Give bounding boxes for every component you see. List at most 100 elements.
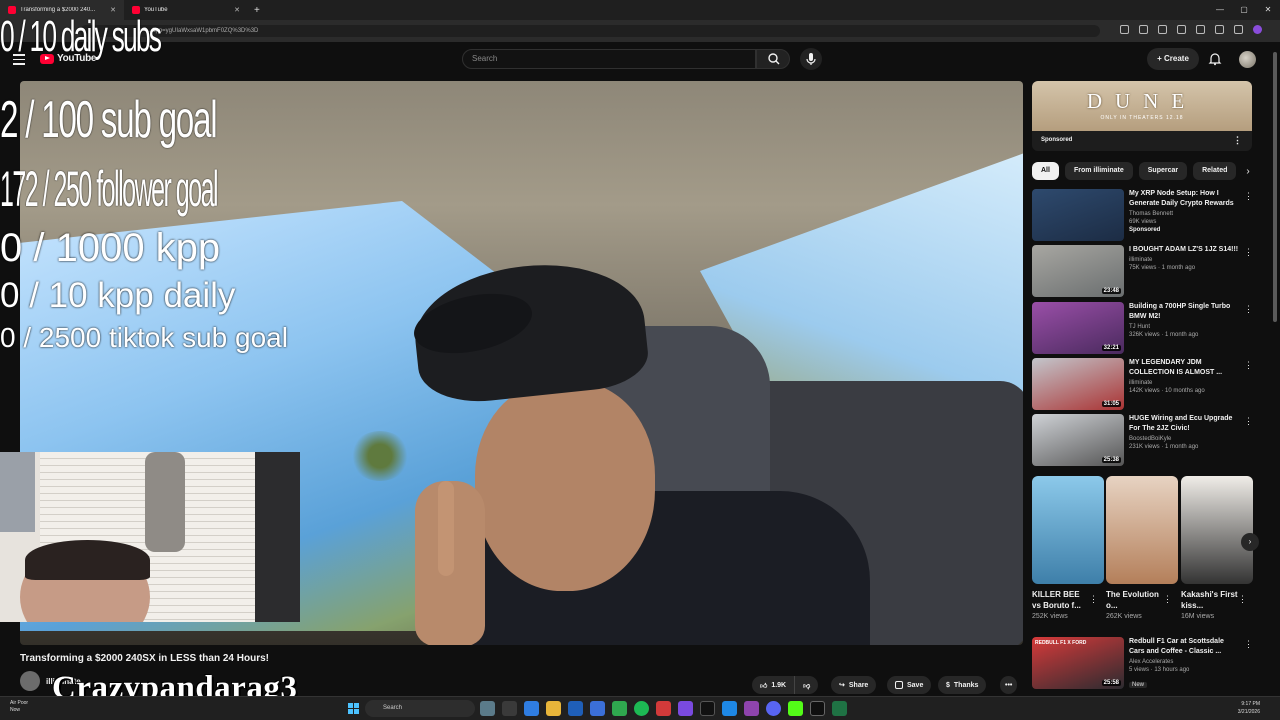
recommendation-channel[interactable]: BoostedBoiKyle — [1129, 436, 1239, 442]
recommendation-item[interactable]: 31:05 MY LEGENDARY JDM COLLECTION IS ALM… — [1032, 358, 1262, 410]
dislike-button[interactable]: 👎︎ — [794, 676, 819, 694]
short-title[interactable]: Kakashi's First kiss... — [1181, 589, 1239, 611]
thanks-button[interactable]: $ Thanks — [938, 676, 987, 694]
search-input[interactable]: Search — [462, 49, 756, 69]
taskbar-search[interactable]: Search — [365, 700, 475, 717]
video-thumbnail[interactable]: 25:38 — [1032, 414, 1124, 466]
video-thumbnail[interactable]: 32:21 — [1032, 302, 1124, 354]
more-actions-button[interactable]: ••• — [1000, 676, 1018, 694]
app-icon-blue[interactable] — [722, 701, 737, 716]
short-thumbnail[interactable] — [1032, 476, 1104, 584]
close-tab-icon[interactable]: ✕ — [234, 6, 240, 14]
more-vertical-icon[interactable]: ⋮ — [1163, 594, 1172, 605]
discord-icon[interactable] — [766, 701, 781, 716]
short-item[interactable]: The Evolution o... 262K views ⋮ — [1106, 476, 1178, 620]
save-button[interactable]: Save — [887, 676, 932, 694]
channel-avatar[interactable] — [20, 671, 40, 691]
recommendation-item[interactable]: REDBULL F1 X FORD 25:58 Redbull F1 Car a… — [1032, 637, 1262, 689]
recommendation-item[interactable]: 32:21 Building a 700HP Single Turbo BMW … — [1032, 302, 1262, 354]
spotify-icon[interactable] — [634, 701, 649, 716]
minimize-icon[interactable]: — — [1208, 0, 1232, 20]
system-tray[interactable]: 9:17 PM 3/21/2026 — [1180, 700, 1260, 716]
short-thumbnail[interactable] — [1181, 476, 1253, 584]
recommendation-channel[interactable]: TJ Hunt — [1129, 324, 1239, 330]
app-icon-red[interactable] — [656, 701, 671, 716]
tiktok-icon[interactable] — [700, 701, 715, 716]
shorts-next-icon[interactable]: › — [1241, 533, 1259, 551]
more-vertical-icon[interactable]: ⋮ — [1244, 639, 1253, 650]
chrome-icon[interactable] — [612, 701, 627, 716]
more-vertical-icon[interactable]: ⋮ — [1244, 416, 1253, 427]
extension-icon[interactable] — [1120, 25, 1129, 34]
address-bar[interactable]: v=...&pp=ygUIaWxsaW1pbmF0ZQ%3D%3D — [80, 25, 1100, 37]
recommendation-title[interactable]: I BOUGHT ADAM LZ'S 1JZ S14!!! — [1129, 245, 1239, 255]
extensions-puzzle-icon[interactable] — [1196, 25, 1205, 34]
recommendation-title[interactable]: Redbull F1 Car at Scottsdale Cars and Co… — [1129, 637, 1239, 657]
more-vertical-icon[interactable]: ⋮ — [1244, 304, 1253, 315]
obs-icon[interactable] — [744, 701, 759, 716]
recommendation-title[interactable]: Building a 700HP Single Turbo BMW M2! — [1129, 302, 1239, 322]
new-tab-icon[interactable]: + — [248, 5, 266, 16]
share-button[interactable]: ↪ Share — [831, 676, 877, 694]
recommendation-channel[interactable]: Thomas Bennett — [1129, 211, 1239, 217]
create-button[interactable]: + Create — [1147, 48, 1199, 70]
recommendation-channel[interactable]: illiminate — [1129, 380, 1239, 386]
recommendation-channel[interactable]: illiminate — [1129, 257, 1239, 263]
app-icon-purple[interactable] — [678, 701, 693, 716]
short-item[interactable]: Kakashi's First kiss... 16M views ⋮ — [1181, 476, 1253, 620]
short-title[interactable]: KILLER BEE vs Boruto f... — [1032, 589, 1090, 611]
more-vertical-icon[interactable]: ⋮ — [1244, 247, 1253, 258]
video-thumbnail[interactable]: 31:05 — [1032, 358, 1124, 410]
zoom-icon[interactable] — [1139, 25, 1148, 34]
maximize-icon[interactable]: ▢ — [1232, 0, 1256, 20]
ad-banner[interactable]: DUNE ONLY IN THEATERS 12.18 — [1032, 81, 1252, 131]
windows-start-icon[interactable] — [348, 703, 359, 714]
share-icon[interactable] — [1158, 25, 1167, 34]
recommendation-channel[interactable]: Alex Accelerates — [1129, 659, 1239, 665]
chip-all[interactable]: All — [1032, 162, 1059, 180]
recommendation-title[interactable]: My XRP Node Setup: How I Generate Daily … — [1129, 189, 1239, 209]
split-view-icon[interactable] — [1215, 25, 1224, 34]
recommendation-item[interactable]: 25:38 HUGE Wiring and Ecu Upgrade For Th… — [1032, 414, 1262, 466]
more-vertical-icon[interactable]: ⋮ — [1238, 594, 1247, 605]
voice-search-button[interactable] — [800, 48, 822, 70]
task-view-icon[interactable] — [502, 701, 517, 716]
search-button[interactable] — [756, 49, 790, 69]
weather-widget[interactable]: Air Poor Now — [10, 700, 28, 714]
profile-icon[interactable] — [1253, 25, 1262, 34]
edge-icon[interactable] — [568, 701, 583, 716]
store-icon[interactable] — [590, 701, 605, 716]
short-title[interactable]: The Evolution o... — [1106, 589, 1164, 611]
like-button[interactable]: 👍︎ 1.9K — [752, 676, 795, 694]
download-icon[interactable] — [1234, 25, 1243, 34]
recommendation-title[interactable]: MY LEGENDARY JDM COLLECTION IS ALMOST ..… — [1129, 358, 1239, 378]
short-item[interactable]: KILLER BEE vs Boruto f... 252K views ⋮ — [1032, 476, 1104, 620]
close-window-icon[interactable]: ✕ — [1256, 0, 1280, 20]
file-explorer-icon[interactable] — [546, 701, 561, 716]
video-thumbnail[interactable] — [1032, 189, 1124, 241]
chip-supercar[interactable]: Supercar — [1138, 162, 1188, 180]
chevron-right-icon[interactable]: › — [1246, 166, 1249, 177]
more-vertical-icon[interactable]: ⋮ — [1244, 191, 1253, 202]
recommendation-item[interactable]: My XRP Node Setup: How I Generate Daily … — [1032, 189, 1262, 241]
account-avatar[interactable] — [1239, 51, 1256, 68]
video-thumbnail[interactable]: 23:48 — [1032, 245, 1124, 297]
app-icon-k[interactable] — [810, 701, 825, 716]
chip-from-channel[interactable]: From illiminate — [1064, 162, 1133, 180]
bookmark-star-icon[interactable] — [1177, 25, 1186, 34]
page-scrollbar[interactable] — [1273, 52, 1277, 322]
overlay-sub-goal: 2 / 100 sub goal — [0, 91, 218, 149]
video-thumbnail[interactable]: REDBULL F1 X FORD 25:58 — [1032, 637, 1124, 689]
excel-icon[interactable] — [832, 701, 847, 716]
kick-icon[interactable] — [788, 701, 803, 716]
recommendation-item[interactable]: 23:48 I BOUGHT ADAM LZ'S 1JZ S14!!! illi… — [1032, 245, 1262, 297]
recommendation-title[interactable]: HUGE Wiring and Ecu Upgrade For The 2JZ … — [1129, 414, 1239, 434]
more-vertical-icon[interactable]: ⋮ — [1089, 594, 1098, 605]
notifications-bell-icon[interactable] — [1208, 52, 1222, 66]
more-vertical-icon[interactable]: ⋮ — [1233, 135, 1242, 146]
copilot-icon[interactable] — [524, 701, 539, 716]
chip-related[interactable]: Related — [1193, 162, 1237, 180]
app-icon[interactable] — [480, 701, 495, 716]
short-thumbnail[interactable] — [1106, 476, 1178, 584]
more-vertical-icon[interactable]: ⋮ — [1244, 360, 1253, 371]
